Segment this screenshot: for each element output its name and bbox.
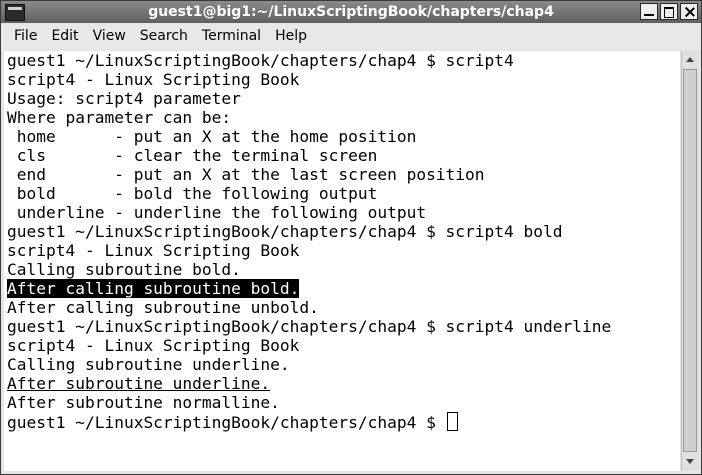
shell-prompt: guest1 ~/LinuxScriptingBook/chapters/cha… xyxy=(7,413,446,432)
vertical-scrollbar[interactable] xyxy=(681,51,699,471)
terminal-line: After calling subroutine unbold. xyxy=(7,298,319,317)
underlined-output-text: After subroutine underline. xyxy=(7,374,271,393)
terminal-line: cls - clear the terminal screen xyxy=(7,146,378,165)
scroll-down-arrow-icon[interactable] xyxy=(683,455,697,469)
terminal-line: Calling subroutine bold. xyxy=(7,260,241,279)
terminal-line: script4 - Linux Scripting Book xyxy=(7,241,300,260)
terminal-line: guest1 ~/LinuxScriptingBook/chapters/cha… xyxy=(7,222,563,241)
title-bar[interactable]: guest1@big1:~/LinuxScriptingBook/chapter… xyxy=(1,1,701,23)
scrollbar-thumb[interactable] xyxy=(683,69,697,452)
close-icon[interactable] xyxy=(680,3,698,20)
menu-bar: File Edit View Search Terminal Help xyxy=(1,24,701,49)
terminal-line: Usage: script4 parameter xyxy=(7,89,241,108)
menu-file[interactable]: File xyxy=(7,24,44,49)
terminal-output[interactable]: guest1 ~/LinuxScriptingBook/chapters/cha… xyxy=(4,51,680,471)
current-prompt-line: guest1 ~/LinuxScriptingBook/chapters/cha… xyxy=(4,412,680,432)
terminal-line: underline - underline the following outp… xyxy=(7,203,427,222)
terminal-line: script4 - Linux Scripting Book xyxy=(7,70,300,89)
menu-terminal[interactable]: Terminal xyxy=(195,24,268,49)
minimize-icon[interactable] xyxy=(640,3,658,20)
terminal-line: home - put an X at the home position xyxy=(7,127,417,146)
terminal-line: script4 - Linux Scripting Book xyxy=(7,336,300,355)
terminal-line-underline: After subroutine underline. xyxy=(4,374,680,393)
terminal-line: end - put an X at the last screen positi… xyxy=(7,165,485,184)
terminal-line: guest1 ~/LinuxScriptingBook/chapters/cha… xyxy=(7,317,612,336)
menu-search[interactable]: Search xyxy=(133,24,195,49)
text-cursor xyxy=(446,412,458,431)
terminal-line: After subroutine normalline. xyxy=(7,393,280,412)
terminal-window: guest1@big1:~/LinuxScriptingBook/chapter… xyxy=(0,0,702,475)
window-title: guest1@big1:~/LinuxScriptingBook/chapter… xyxy=(148,4,554,20)
scroll-up-arrow-icon[interactable] xyxy=(683,53,697,67)
terminal-line: bold - bold the following output xyxy=(7,184,378,203)
menu-help[interactable]: Help xyxy=(268,24,314,49)
terminal-line-bold: After calling subroutine bold. xyxy=(4,279,680,298)
maximize-icon[interactable] xyxy=(660,3,678,20)
bold-output-text: After calling subroutine bold. xyxy=(7,279,300,298)
terminal-line: guest1 ~/LinuxScriptingBook/chapters/cha… xyxy=(7,51,514,70)
menu-view[interactable]: View xyxy=(86,24,133,49)
menu-edit[interactable]: Edit xyxy=(44,24,85,49)
terminal-line: Calling subroutine underline. xyxy=(7,355,290,374)
terminal-line: Where parameter can be: xyxy=(7,108,232,127)
